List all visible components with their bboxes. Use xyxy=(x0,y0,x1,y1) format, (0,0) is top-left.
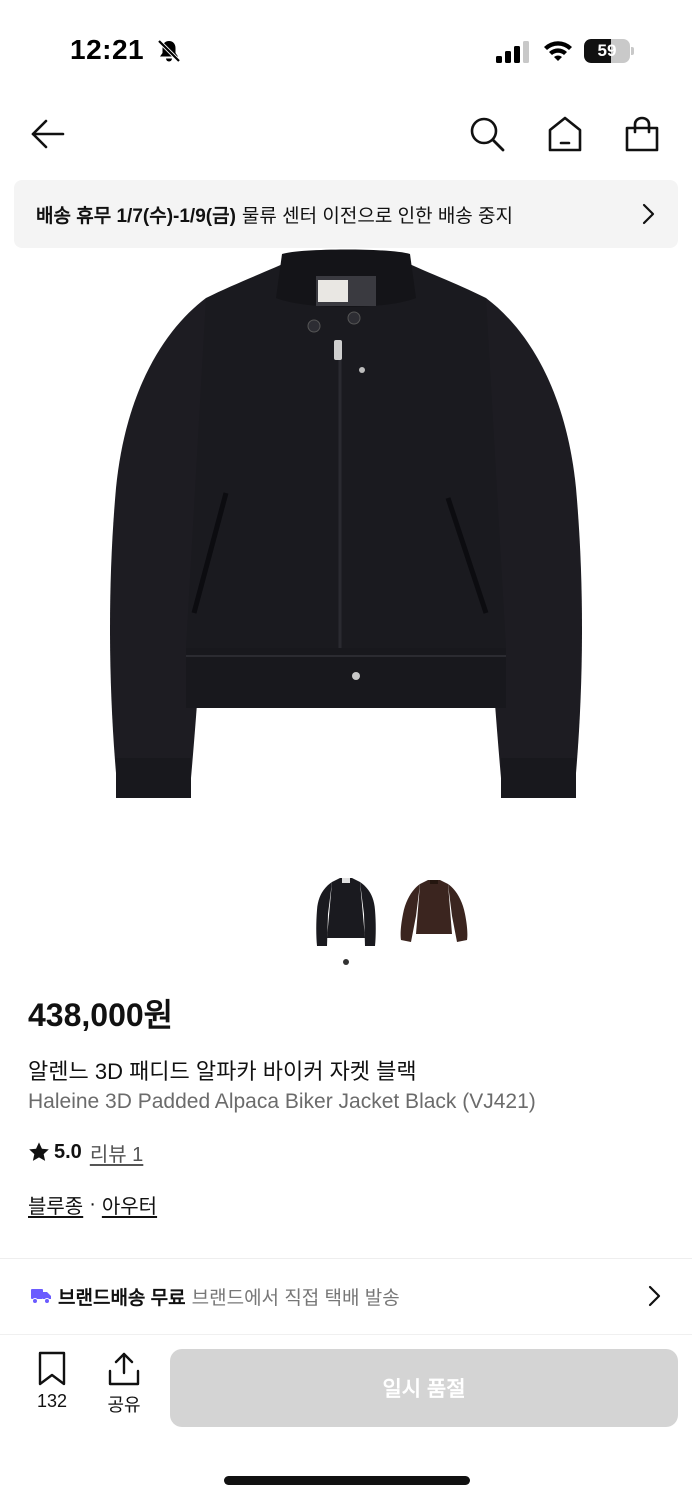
status-bar: 12:21 59 xyxy=(0,0,692,100)
review-link[interactable]: 리뷰 1 xyxy=(90,1138,143,1167)
notice-text: 물류 센터 이전으로 인한 배송 중지 xyxy=(241,205,514,227)
battery-level: 59 xyxy=(597,41,617,60)
top-nav xyxy=(0,100,692,168)
share-label: 공유 xyxy=(107,1395,141,1415)
status-time: 12:21 xyxy=(70,34,145,65)
jacket-image xyxy=(110,249,582,798)
search-button[interactable] xyxy=(463,110,511,158)
carousel-indicator-dot xyxy=(343,959,349,965)
thumbnail-brown-jacket[interactable] xyxy=(398,874,470,950)
home-button[interactable] xyxy=(541,110,589,158)
category-separator: · xyxy=(89,1193,96,1215)
home-icon xyxy=(548,116,582,152)
battery-icon: 59 xyxy=(584,39,634,63)
home-indicator xyxy=(224,1476,470,1485)
product-price: 438,000원 xyxy=(28,997,174,1033)
category-link-blouson[interactable]: 블루종 xyxy=(28,1190,83,1219)
search-icon xyxy=(470,117,505,152)
signal-icon xyxy=(496,41,529,63)
cart-button[interactable] xyxy=(618,110,666,158)
bookmark-icon xyxy=(38,1351,66,1386)
bottom-action-bar: 132 공유 일시 품절 xyxy=(0,1334,692,1434)
rating-value: 5.0 xyxy=(54,1140,82,1163)
product-image[interactable] xyxy=(0,248,692,858)
truck-icon xyxy=(31,1289,51,1304)
category-breadcrumb: 블루종 · 아우터 xyxy=(28,1190,157,1219)
wifi-icon xyxy=(544,41,572,61)
thumbnail-strip xyxy=(0,874,692,954)
shipping-notice-banner[interactable]: 배송 휴무 1/7(수)-1/9(금) 물류 센터 이전으로 인한 배송 중지 xyxy=(14,180,678,248)
shipping-info-row[interactable]: 브랜드배송 무료 브랜드에서 직접 택배 발송 xyxy=(0,1262,692,1330)
product-name-english: Haleine 3D Padded Alpaca Biker Jacket Bl… xyxy=(28,1090,536,1113)
rating-row: 5.0 리뷰 1 xyxy=(28,1138,143,1166)
category-link-outer[interactable]: 아우터 xyxy=(102,1190,157,1219)
share-button[interactable]: 공유 xyxy=(96,1351,152,1427)
divider xyxy=(0,1258,692,1259)
back-arrow-icon xyxy=(31,119,65,149)
chevron-right-icon xyxy=(642,203,655,225)
shopping-bag-icon xyxy=(625,116,659,152)
back-button[interactable] xyxy=(24,110,72,158)
soldout-button[interactable]: 일시 품절 xyxy=(170,1349,678,1427)
like-count: 132 xyxy=(36,1391,68,1411)
share-icon xyxy=(108,1352,140,1386)
product-name-korean: 알렌느 3D 패디드 알파카 바이커 자켓 블랙 xyxy=(28,1059,417,1084)
chevron-right-icon xyxy=(648,1285,661,1307)
like-button[interactable]: 132 xyxy=(24,1351,80,1427)
bell-slash-icon xyxy=(157,39,181,63)
notice-bold-text: 배송 휴무 1/7(수)-1/9(금) xyxy=(36,205,236,227)
thumbnail-black-jacket[interactable] xyxy=(310,874,382,950)
shipping-desc: 브랜드에서 직접 택배 발송 xyxy=(191,1287,400,1309)
shipping-free-label: 브랜드배송 무료 xyxy=(58,1287,186,1309)
star-icon xyxy=(29,1142,49,1161)
